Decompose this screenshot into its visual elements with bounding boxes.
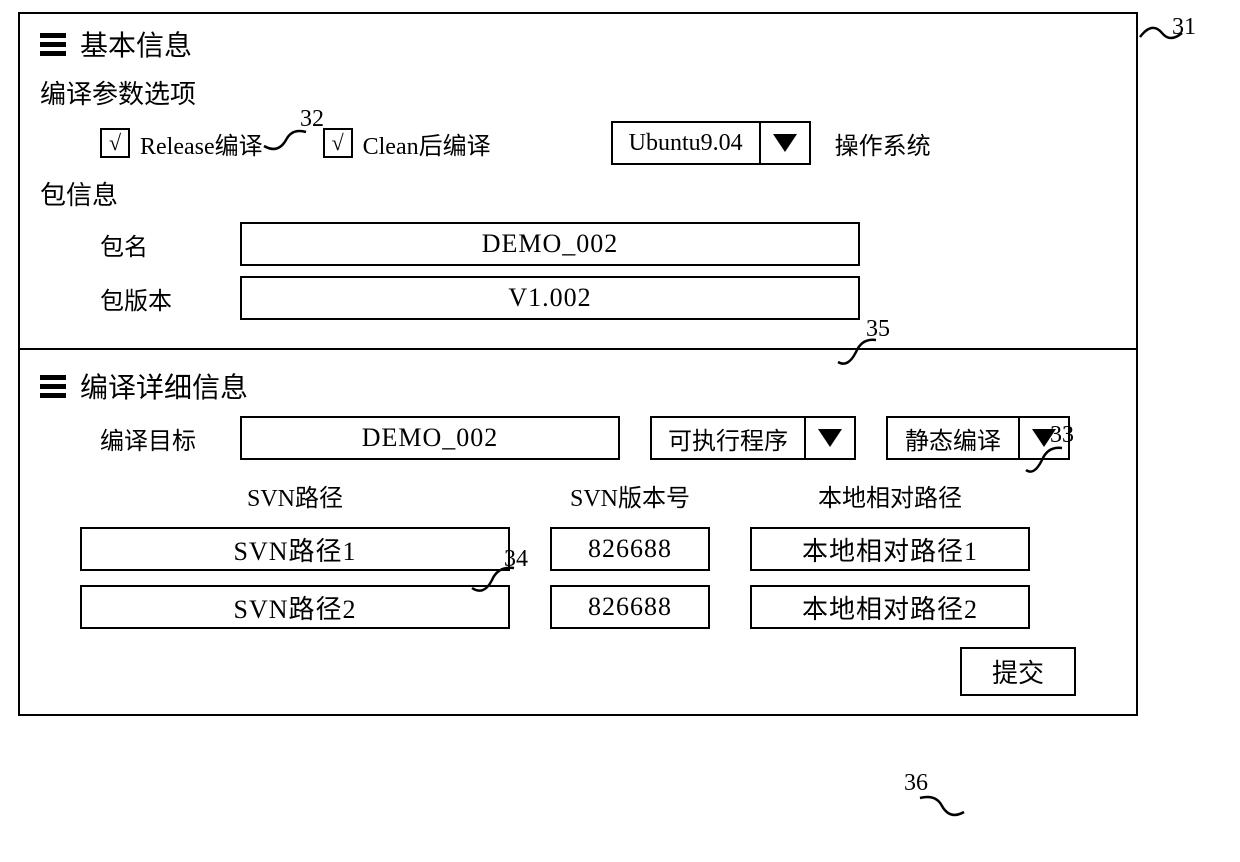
callout-36: 36 [904, 770, 928, 797]
local-path-header: 本地相对路径 [750, 478, 1030, 513]
svn-row: SVN路径2 826688 本地相对路径2 [40, 585, 1116, 629]
svn-ver-input[interactable]: 826688 [550, 527, 710, 571]
submit-button[interactable]: 提交 [960, 647, 1076, 696]
basic-info-header: 基本信息 [40, 24, 1116, 64]
os-label: 操作系统 [835, 126, 931, 161]
compile-target-input[interactable]: DEMO_002 [240, 416, 620, 460]
compile-options-row: √ Release编译 √ Clean后编译 Ubuntu9.04 操作系统 [40, 121, 1116, 165]
callout-33: 33 [1050, 422, 1074, 449]
package-name-value: DEMO_002 [482, 229, 619, 259]
svn-path-input[interactable]: SVN路径2 [80, 585, 510, 629]
package-version-value: V1.002 [508, 283, 591, 313]
package-name-row: 包名 DEMO_002 [40, 222, 1116, 266]
svn-path-value: SVN路径2 [233, 589, 356, 626]
compile-target-row: 编译目标 DEMO_002 可执行程序 静态编译 [40, 416, 1116, 460]
package-version-label: 包版本 [100, 281, 240, 316]
callout-34: 34 [504, 546, 528, 573]
target-type-select[interactable]: 可执行程序 [650, 416, 856, 460]
svn-ver-input[interactable]: 826688 [550, 585, 710, 629]
release-checkbox[interactable]: √ Release编译 [100, 126, 263, 161]
svn-path-header: SVN路径 [80, 478, 510, 513]
local-path-input[interactable]: 本地相对路径2 [750, 585, 1030, 629]
os-select-value: Ubuntu9.04 [613, 123, 759, 163]
svn-ver-value: 826688 [588, 534, 672, 564]
svn-column-headers: SVN路径 SVN版本号 本地相对路径 [40, 478, 1116, 513]
chevron-down-icon [804, 418, 854, 458]
compile-detail-title: 编译详细信息 [80, 366, 248, 406]
package-info-title: 包信息 [40, 175, 1116, 212]
clean-checkbox[interactable]: √ Clean后编译 [323, 126, 491, 161]
package-version-row: 包版本 V1.002 [40, 276, 1116, 320]
svn-ver-header: SVN版本号 [550, 478, 710, 513]
svn-path-input[interactable]: SVN路径1 [80, 527, 510, 571]
local-path-value: 本地相对路径2 [802, 589, 978, 626]
compile-target-label: 编译目标 [100, 421, 210, 456]
target-type-value: 可执行程序 [652, 418, 804, 458]
link-type-value: 静态编译 [888, 418, 1018, 458]
package-version-input[interactable]: V1.002 [240, 276, 860, 320]
compile-target-value: DEMO_002 [362, 423, 499, 453]
callout-32: 32 [300, 106, 324, 133]
compile-detail-header: 编译详细信息 [40, 366, 1116, 406]
svn-row: SVN路径1 826688 本地相对路径1 [40, 527, 1116, 571]
hamburger-icon[interactable] [40, 375, 66, 398]
svn-path-value: SVN路径1 [233, 531, 356, 568]
os-select[interactable]: Ubuntu9.04 [611, 121, 811, 165]
callout-35: 35 [866, 316, 890, 343]
callout-31: 31 [1172, 14, 1196, 41]
local-path-input[interactable]: 本地相对路径1 [750, 527, 1030, 571]
package-name-input[interactable]: DEMO_002 [240, 222, 860, 266]
basic-info-panel: 基本信息 编译参数选项 √ Release编译 √ Clean后编译 Ubunt… [18, 12, 1138, 350]
check-icon: √ [100, 128, 130, 158]
release-checkbox-label: Release编译 [140, 126, 263, 161]
chevron-down-icon [759, 123, 809, 163]
compile-detail-panel: 编译详细信息 编译目标 DEMO_002 可执行程序 静态编译 SVN路径 SV… [18, 350, 1138, 716]
compile-options-title: 编译参数选项 [40, 74, 1116, 111]
clean-checkbox-label: Clean后编译 [363, 126, 491, 161]
check-icon: √ [323, 128, 353, 158]
svn-ver-value: 826688 [588, 592, 672, 622]
package-name-label: 包名 [100, 227, 240, 262]
local-path-value: 本地相对路径1 [802, 531, 978, 568]
hamburger-icon[interactable] [40, 33, 66, 56]
basic-info-title: 基本信息 [80, 24, 192, 64]
